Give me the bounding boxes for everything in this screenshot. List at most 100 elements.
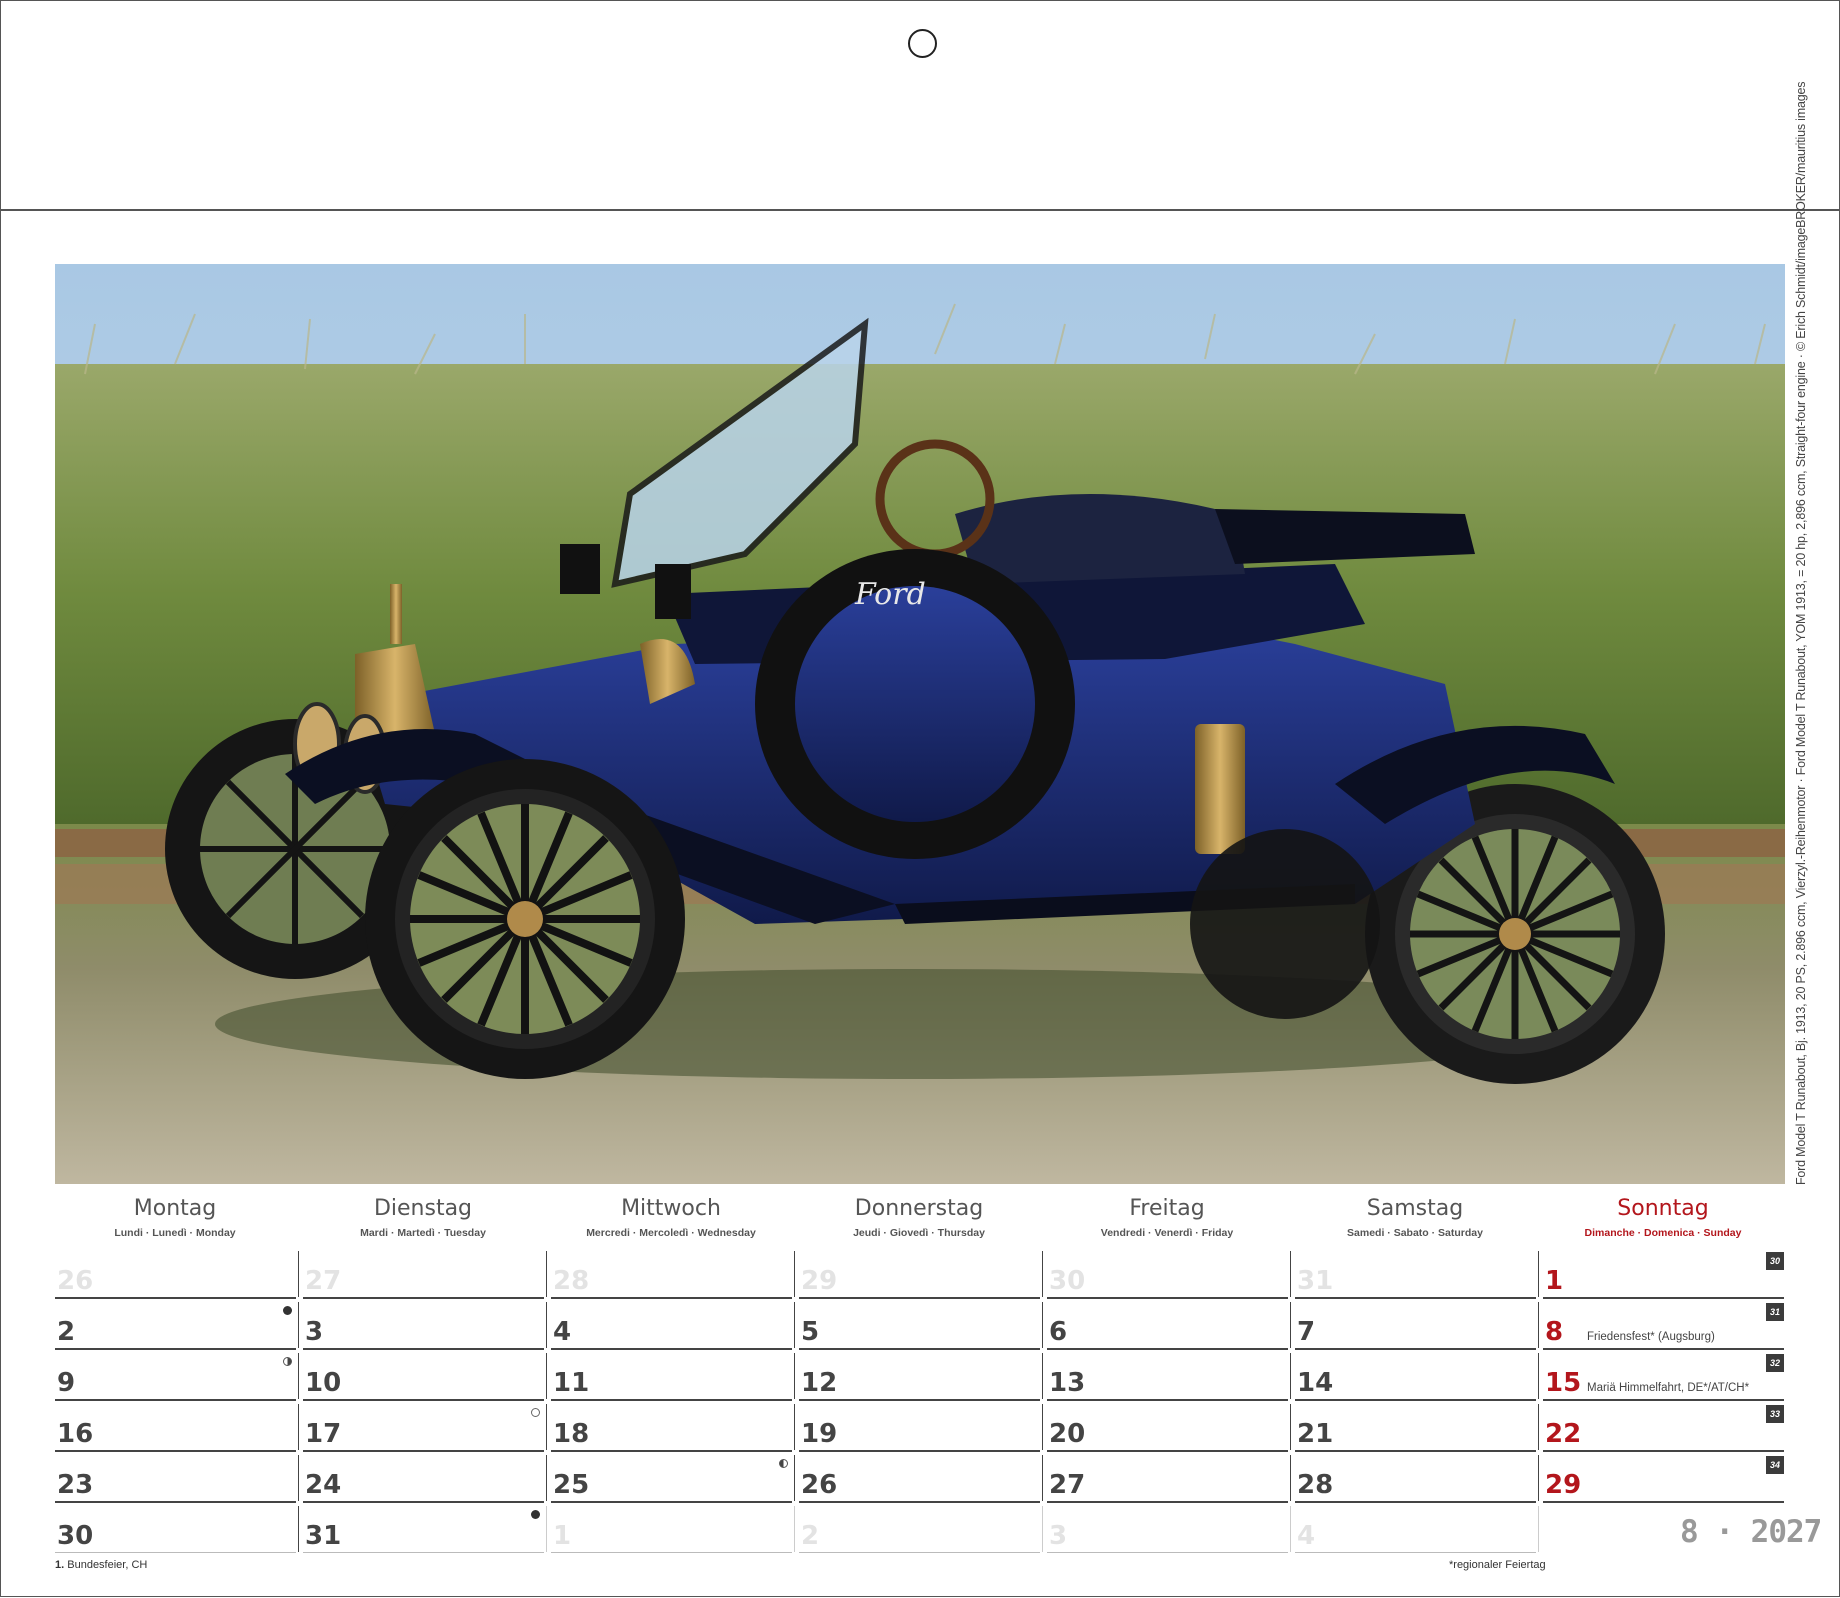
day-number: 6 (1049, 1317, 1068, 1347)
moon-phase-icon (531, 1510, 540, 1519)
day-cell: 30 (55, 1504, 296, 1553)
hanging-hole (908, 29, 937, 58)
day-cell: 26 (55, 1249, 296, 1299)
day-cell: 1 (1543, 1249, 1784, 1299)
day-number: 18 (553, 1419, 590, 1449)
column-separator (1290, 1353, 1291, 1399)
footer-holiday-text: Bundesfeier, CH (67, 1559, 148, 1571)
day-cell: 18 (551, 1402, 792, 1452)
day-number: 19 (801, 1419, 838, 1449)
day-number: 2 (57, 1317, 76, 1347)
day-number: 31 (1297, 1266, 1334, 1296)
footer-holiday-day: 1. (55, 1559, 65, 1571)
day-number: 24 (305, 1470, 342, 1500)
day-cell: 2 (799, 1504, 1040, 1553)
column-separator (298, 1455, 299, 1501)
column-separator (1538, 1251, 1539, 1297)
day-cell: 5 (799, 1300, 1040, 1350)
photo-credit: Ford Model T Runabout, Bj. 1913, 20 PS, … (1794, 81, 1808, 1185)
day-number: 9 (57, 1368, 76, 1398)
day-number: 23 (57, 1470, 94, 1500)
day-number: 30 (57, 1521, 94, 1551)
day-number: 5 (801, 1317, 820, 1347)
day-cell: 21 (1295, 1402, 1536, 1452)
calendar-hanger-panel (0, 0, 1840, 211)
day-cell: 30 (1047, 1249, 1288, 1299)
day-cell: 28 (551, 1249, 792, 1299)
column-separator (1538, 1404, 1539, 1450)
day-cell: 4 (1295, 1504, 1536, 1553)
weekday-header-monday: Montag Lundi · Lunedì · Monday (55, 1196, 295, 1239)
day-number: 22 (1545, 1419, 1582, 1449)
column-separator (1538, 1506, 1539, 1552)
day-number: 20 (1049, 1419, 1086, 1449)
day-number: 30 (1049, 1266, 1086, 1296)
weekday-translations: Samedi · Sabato · Saturday (1347, 1227, 1483, 1239)
day-cell: 31 (303, 1504, 544, 1553)
day-cell: 22 (1543, 1402, 1784, 1452)
day-cell: 24 (303, 1453, 544, 1503)
weekday-name: Sonntag (1617, 1196, 1709, 1221)
day-number: 4 (1297, 1521, 1316, 1551)
day-cell: 3 (1047, 1504, 1288, 1553)
column-separator (1538, 1302, 1539, 1348)
weekday-header-tuesday: Dienstag Mardi · Martedì · Tuesday (303, 1196, 543, 1239)
moon-phase-icon (531, 1408, 540, 1417)
day-cell: 7 (1295, 1300, 1536, 1350)
column-separator (794, 1404, 795, 1450)
day-number: 26 (57, 1266, 94, 1296)
moon-phase-icon (283, 1306, 292, 1315)
column-separator (1538, 1353, 1539, 1399)
month-year-label: 8 · 2027 (1680, 1514, 1822, 1550)
weekday-name: Samstag (1366, 1196, 1464, 1221)
day-number: 3 (1049, 1521, 1068, 1551)
weekday-translations: Jeudi · Giovedì · Thursday (853, 1227, 985, 1239)
column-separator (298, 1506, 299, 1552)
column-separator (298, 1404, 299, 1450)
weekday-header-saturday: Samstag Samedi · Sabato · Saturday (1295, 1196, 1535, 1239)
day-cell: 16 (55, 1402, 296, 1452)
column-separator (546, 1302, 547, 1348)
day-cell: 28 (1295, 1453, 1536, 1503)
day-cell: 26 (799, 1453, 1040, 1503)
day-number: 21 (1297, 1419, 1334, 1449)
day-cell: 25 (551, 1453, 792, 1503)
day-number: 2 (801, 1521, 820, 1551)
column-separator (546, 1251, 547, 1297)
day-cell: 10 (303, 1351, 544, 1401)
weekday-translations: Mardi · Martedì · Tuesday (360, 1227, 486, 1239)
column-separator (298, 1302, 299, 1348)
weekday-translations: Lundi · Lunedì · Monday (114, 1227, 236, 1239)
holiday-label: Mariä Himmelfahrt, DE*/AT/CH* (1587, 1382, 1750, 1394)
day-cell: 27 (303, 1249, 544, 1299)
day-cell: 27 (1047, 1453, 1288, 1503)
column-separator (546, 1506, 547, 1552)
column-separator (1042, 1455, 1043, 1501)
column-separator (1290, 1404, 1291, 1450)
day-number: 27 (1049, 1470, 1086, 1500)
day-cell: 2 (55, 1300, 296, 1350)
column-separator (794, 1506, 795, 1552)
day-cell: 1 (551, 1504, 792, 1553)
footer-regional-note: *regionaler Feiertag (1449, 1559, 1546, 1571)
day-cell: 31 (1295, 1249, 1536, 1299)
day-cell: 8 Friedensfest* (Augsburg) (1543, 1300, 1784, 1350)
column-separator (298, 1251, 299, 1297)
day-number: 14 (1297, 1368, 1334, 1398)
moon-phase-icon (779, 1459, 788, 1468)
weekday-name: Freitag (1129, 1196, 1205, 1221)
day-number: 10 (305, 1368, 342, 1398)
weekday-name: Montag (133, 1196, 217, 1221)
column-separator (1042, 1506, 1043, 1552)
day-number: 13 (1049, 1368, 1086, 1398)
day-number: 11 (553, 1368, 590, 1398)
day-cell: 29 (1543, 1453, 1784, 1503)
day-number: 1 (1545, 1266, 1564, 1296)
day-cell: 3 (303, 1300, 544, 1350)
column-separator (546, 1455, 547, 1501)
column-separator (794, 1251, 795, 1297)
column-separator (1042, 1353, 1043, 1399)
day-number: 12 (801, 1368, 838, 1398)
day-number: 4 (553, 1317, 572, 1347)
day-cell: 9 (55, 1351, 296, 1401)
